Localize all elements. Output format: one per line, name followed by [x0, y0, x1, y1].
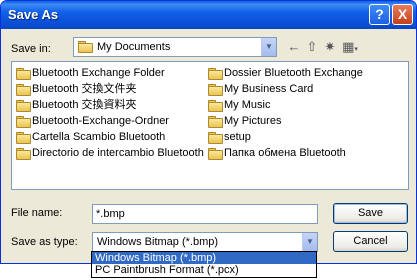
- folder-icon: [16, 83, 31, 96]
- list-item[interactable]: Dossier Bluetooth Exchange: [208, 66, 363, 80]
- pictures-folder-icon: [208, 115, 223, 128]
- save-in-dropdown[interactable]: My Documents ▼: [73, 37, 277, 57]
- save-as-dialog: Save As ? X Save in: My Documents ▼ ← ⇧ …: [0, 0, 417, 264]
- folder-icon: [208, 67, 223, 80]
- save-in-value: My Documents: [97, 41, 171, 53]
- back-button[interactable]: ←: [286, 39, 302, 55]
- create-new-folder-button[interactable]: ✷: [322, 39, 338, 55]
- option-pc-paintbrush[interactable]: PC Paintbrush Format (*.pcx): [92, 264, 316, 276]
- list-item[interactable]: My Pictures: [208, 114, 281, 128]
- folder-icon: [208, 83, 223, 96]
- file-name-label: File name:: [11, 207, 63, 219]
- save-button[interactable]: Save: [333, 203, 408, 224]
- file-name-input[interactable]: *.bmp: [92, 204, 318, 224]
- list-item[interactable]: My Business Card: [208, 82, 313, 96]
- views-icon: ▦: [342, 39, 355, 54]
- option-windows-bitmap[interactable]: Windows Bitmap (*.bmp): [92, 252, 316, 264]
- list-item[interactable]: Directorio de intercambio Bluetooth: [16, 146, 204, 160]
- music-folder-icon: [208, 99, 223, 112]
- up-one-level-button[interactable]: ⇧: [304, 39, 320, 55]
- dialog-title: Save As: [8, 7, 59, 22]
- folder-icon: [16, 147, 31, 160]
- folder-icon: [208, 131, 223, 144]
- list-item[interactable]: setup: [208, 130, 251, 144]
- list-item[interactable]: Bluetooth 交換資料夾: [16, 98, 137, 112]
- file-list[interactable]: Bluetooth Exchange Folder Bluetooth 交換文件…: [11, 61, 409, 190]
- close-button[interactable]: X: [392, 4, 413, 25]
- new-folder-icon: ✷: [324, 39, 336, 54]
- save-as-type-value: Windows Bitmap (*.bmp): [97, 236, 219, 248]
- title-bar[interactable]: Save As ? X: [1, 1, 416, 29]
- list-item[interactable]: Bluetooth-Exchange-Ordner: [16, 114, 169, 128]
- folder-icon: [16, 67, 31, 80]
- folder-icon: [16, 131, 31, 144]
- back-arrow-icon: ←: [287, 39, 301, 54]
- list-item[interactable]: Cartella Scambio Bluetooth: [16, 130, 165, 144]
- save-as-type-dropdown[interactable]: Windows Bitmap (*.bmp) ▼: [92, 232, 318, 252]
- file-name-value: *.bmp: [96, 208, 125, 220]
- save-as-type-options-list[interactable]: Windows Bitmap (*.bmp) PC Paintbrush For…: [91, 251, 317, 278]
- list-item[interactable]: Папка обмена Bluetooth: [208, 146, 346, 160]
- help-icon: ?: [375, 6, 384, 22]
- list-item[interactable]: My Music: [208, 98, 270, 112]
- list-item[interactable]: Bluetooth 交換文件夹: [16, 82, 137, 96]
- my-documents-folder-icon: [78, 41, 93, 53]
- chevron-down-icon[interactable]: ▼: [261, 38, 276, 56]
- folder-icon: [16, 115, 31, 128]
- list-item[interactable]: Bluetooth Exchange Folder: [16, 66, 165, 80]
- folder-icon: [208, 147, 223, 160]
- up-folder-icon: ⇧: [306, 39, 318, 54]
- close-icon: X: [397, 6, 408, 22]
- view-menu-button[interactable]: ▦▾: [339, 39, 361, 55]
- cancel-button[interactable]: Cancel: [333, 231, 408, 252]
- save-in-label: Save in:: [11, 43, 51, 55]
- chevron-down-icon[interactable]: ▼: [302, 233, 317, 251]
- folder-icon: [16, 99, 31, 112]
- save-as-type-label: Save as type:: [11, 236, 78, 248]
- help-button[interactable]: ?: [369, 4, 390, 25]
